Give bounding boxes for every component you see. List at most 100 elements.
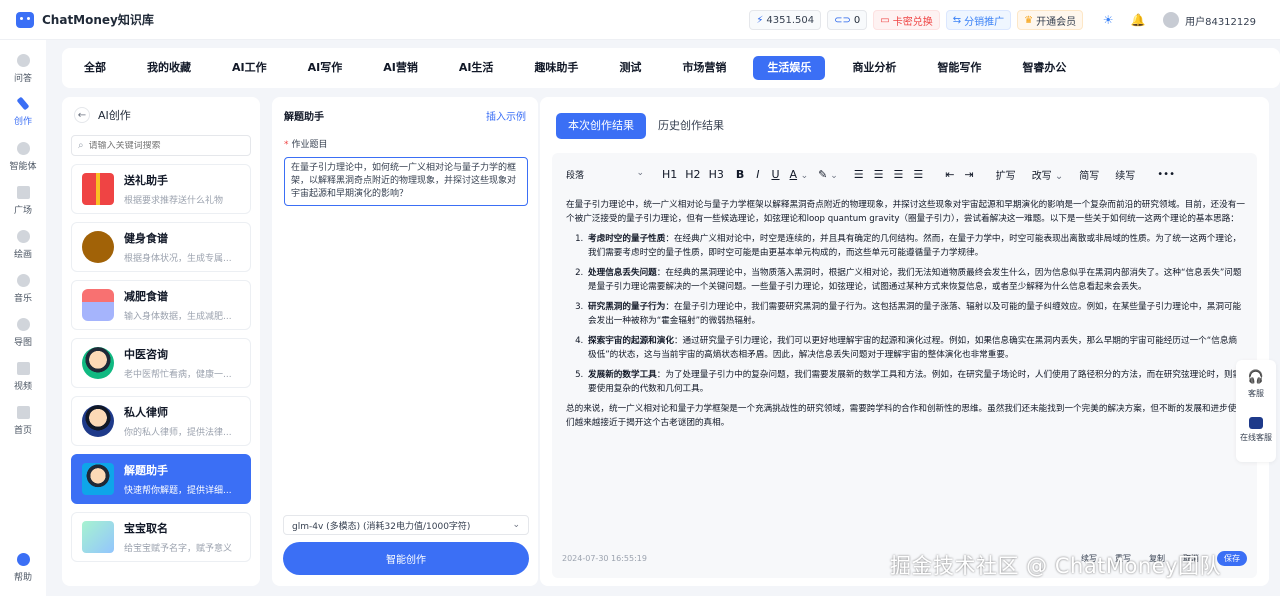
app-logo[interactable]: ChatMoney知识库	[16, 11, 154, 28]
tab-ai-writing[interactable]: AI写作	[294, 56, 357, 80]
list-item[interactable]: 宝宝取名 给宝宝赋予名字，赋予意义	[71, 512, 251, 562]
tab-ai-work[interactable]: AI工作	[218, 56, 281, 80]
continue-button[interactable]: 续写	[1115, 167, 1135, 182]
insert-example-link[interactable]: 插入示例	[486, 108, 526, 123]
count-chip[interactable]: ⊂⊃ 0	[827, 10, 868, 30]
sidebar-item-qa[interactable]: 问答	[0, 54, 46, 84]
sidebar-item-mindmap[interactable]: 导图	[0, 318, 46, 348]
category-tabs: 全部 我的收藏 AI工作 AI写作 AI营销 AI生活 趣味助手 测试 市场营销…	[62, 48, 1280, 88]
gift-icon	[82, 173, 114, 205]
list-item[interactable]: 减肥食谱 输入身体数据，生成减肥...	[71, 280, 251, 330]
tab-business[interactable]: 商业分析	[838, 56, 910, 80]
back-arrow-icon[interactable]: ←	[74, 107, 90, 123]
sidebar-item-square[interactable]: 广场	[0, 186, 46, 216]
question-textarea[interactable]: 在量子引力理论中，如何统一广义相对论与量子力学的框架，以解释黑洞奇点附近的物理现…	[284, 157, 528, 206]
lawyer-avatar-icon	[82, 405, 114, 437]
list-item[interactable]: 解题助手快速帮你解题，提供详细...	[71, 454, 251, 504]
home-icon	[16, 406, 30, 419]
robot-logo-icon	[16, 11, 34, 28]
highlight-icon[interactable]: ✎ ⌄	[818, 168, 838, 181]
tab-market[interactable]: 市场营销	[668, 56, 740, 80]
list-item[interactable]: 送礼助手 根据要求推荐送什么礼物	[71, 164, 251, 214]
palette-icon	[16, 230, 30, 243]
tab-smart-office[interactable]: 智睿办公	[1008, 56, 1080, 80]
align-right-icon[interactable]: ☰	[894, 168, 904, 181]
list-item: 考虑时空的量子性质：在经典广义相对论中，时空是连续的，并且具有确定的几何结构。然…	[586, 232, 1245, 260]
sidebar-item-video[interactable]: 视频	[0, 362, 46, 392]
list-item: 发展新的数学工具：为了处理量子引力中的复杂问题，我们需要发展新的数学工具和方法。…	[586, 368, 1245, 396]
card-desc: 快速帮你解题，提供详细...	[124, 486, 232, 496]
tab-history-result[interactable]: 历史创作结果	[646, 113, 736, 139]
tab-entertainment[interactable]: 生活娱乐	[753, 56, 826, 80]
sidebar-item-music[interactable]: 音乐	[0, 274, 46, 304]
pen-icon	[16, 96, 30, 111]
align-left-icon[interactable]: ☰	[854, 168, 864, 181]
tab-current-result[interactable]: 本次创作结果	[556, 113, 646, 139]
list-item[interactable]: 健身食谱根据身体状况，生成专属...	[71, 222, 251, 272]
align-center-icon[interactable]: ☰	[874, 168, 884, 181]
theme-sun-icon[interactable]: ☀	[1101, 13, 1115, 27]
customer-service-button[interactable]: 🎧 客服	[1248, 370, 1264, 399]
card-exchange-button[interactable]: ▭ 卡密兑换	[873, 10, 940, 30]
expand-button[interactable]: 扩写	[996, 167, 1016, 182]
bold-button[interactable]: B	[736, 168, 744, 181]
paragraph-select[interactable]: 段落 ⌄	[566, 168, 644, 181]
search-input[interactable]	[88, 140, 229, 151]
outdent-icon[interactable]: ⇤	[945, 168, 954, 181]
tab-favorites[interactable]: 我的收藏	[133, 56, 205, 80]
floating-service-bar: 🎧 客服 在线客服	[1236, 360, 1276, 462]
list-title: AI创作	[98, 109, 131, 122]
simplify-button[interactable]: 简写	[1079, 167, 1099, 182]
tab-ai-life[interactable]: AI生活	[445, 56, 508, 80]
card-title: 健身食谱	[124, 232, 168, 245]
card-desc: 根据身体状况，生成专属...	[124, 254, 232, 264]
user-name[interactable]: 用户84312129	[1185, 13, 1256, 28]
sidebar-item-help[interactable]: 帮助	[0, 553, 46, 583]
save-button[interactable]: 保存	[1217, 551, 1247, 566]
list-item[interactable]: 私人律师 你的私人律师，提供法律...	[71, 396, 251, 446]
list-item: 研究黑洞的量子行为：在量子引力理论中，我们需要研究黑洞的量子行为。这包括黑洞的量…	[586, 300, 1245, 328]
online-service-button[interactable]: 在线客服	[1240, 417, 1272, 443]
list-item: 处理信息丢失问题：在经典的黑洞理论中，当物质落入黑洞时，根据广义相对论，我们无法…	[586, 266, 1245, 294]
sidebar-item-label: 视频	[13, 382, 32, 392]
online-service-label: 在线客服	[1240, 433, 1272, 442]
help-icon	[16, 553, 30, 566]
indent-icon[interactable]: ⇥	[964, 168, 973, 181]
tab-fun-assistant[interactable]: 趣味助手	[520, 56, 592, 80]
h1-button[interactable]: H1	[662, 168, 677, 181]
sidebar-item-agent[interactable]: 智能体	[0, 142, 46, 172]
link-icon: ⊂⊃	[834, 14, 851, 26]
h3-button[interactable]: H3	[709, 168, 724, 181]
rewrite-dropdown[interactable]: 改写 ⌄	[1032, 167, 1064, 182]
tab-ai-marketing[interactable]: AI营销	[369, 56, 432, 80]
sidebar-item-label: 导图	[13, 338, 32, 348]
distribution-label: 分销推广	[964, 16, 1005, 28]
underline-button[interactable]: U	[771, 168, 779, 181]
list-item[interactable]: 中医咨询 老中医帮忙看病，健康一...	[71, 338, 251, 388]
points-list: 考虑时空的量子性质：在经典广义相对论中，时空是连续的，并且具有确定的几何结构。然…	[586, 232, 1245, 396]
h2-button[interactable]: H2	[685, 168, 700, 181]
smart-create-button[interactable]: 智能创作	[283, 542, 529, 575]
model-select[interactable]: glm-4v (多模态) (消耗32电力值/1000字符) ⌄	[283, 515, 529, 535]
avatar[interactable]	[1163, 12, 1180, 28]
card-title: 中医咨询	[124, 348, 168, 361]
tab-test[interactable]: 测试	[605, 56, 655, 80]
notification-bell-icon[interactable]: 🔔	[1131, 13, 1146, 27]
tab-all[interactable]: 全部	[70, 56, 120, 80]
balance-chip[interactable]: ⚡ 4351.504	[749, 10, 822, 30]
distribution-button[interactable]: ⇆ 分销推广	[945, 10, 1012, 30]
search-box: ⌕	[71, 135, 251, 156]
tab-smart-writing[interactable]: 智能写作	[923, 56, 995, 80]
membership-button[interactable]: ♛ 开通会员	[1017, 10, 1084, 30]
sidebar-item-painting[interactable]: 绘画	[0, 230, 46, 260]
align-justify-icon[interactable]: ☰	[913, 168, 923, 181]
font-color-button[interactable]: A ⌄	[790, 168, 809, 181]
grid-icon	[16, 186, 30, 199]
rich-text-editor: 段落 ⌄ H1 H2 H3 B I U A ⌄ ✎ ⌄ ☰ ☰ ☰ ☰ ⇤ ⇥ 扩…	[552, 153, 1257, 578]
sidebar-item-home[interactable]: 首页	[0, 406, 46, 436]
more-icon[interactable]: •••	[1157, 169, 1175, 180]
editor-content[interactable]: 在量子引力理论中，统一广义相对论与量子力学框架以解释黑洞奇点附近的物理现象，并探…	[552, 195, 1257, 430]
card-title: 解题助手	[124, 464, 168, 477]
italic-button[interactable]: I	[756, 168, 759, 181]
sidebar-item-create[interactable]: 创作	[0, 96, 46, 127]
